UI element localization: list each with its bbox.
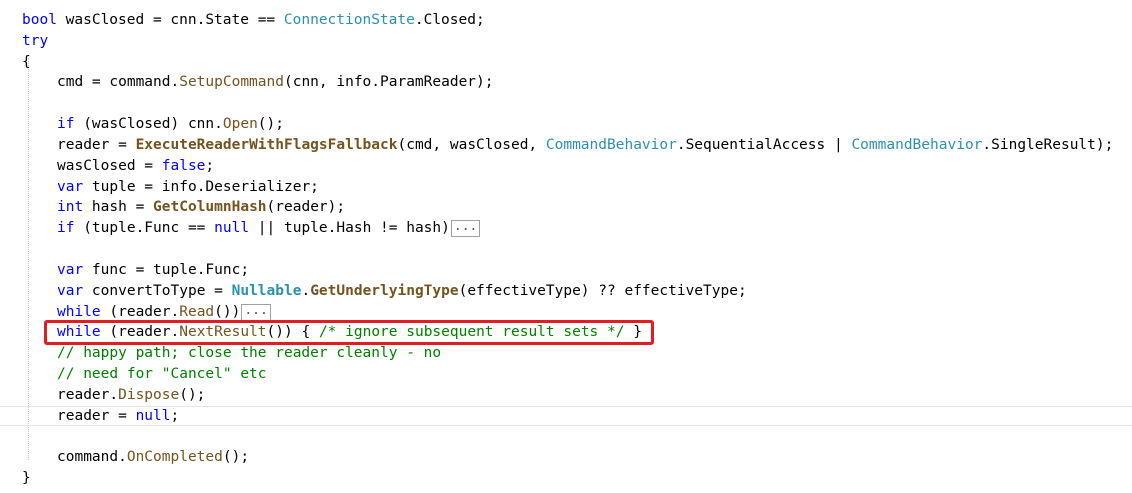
code-token: cmd = command. — [57, 74, 180, 90]
code-line: reader.Dispose(); — [57, 385, 205, 405]
code-line: if (tuple.Func == null || tuple.Hash != … — [57, 218, 481, 238]
code-token: (); — [222, 449, 250, 465]
code-token: ()) — [214, 304, 241, 320]
code-token: CommandBehavior — [545, 137, 677, 153]
code-line: // need for "Cancel" etc — [57, 366, 267, 382]
collapsed-code-button[interactable]: ... — [241, 303, 271, 321]
code-token: Read — [179, 304, 215, 320]
code-token: command. — [57, 449, 127, 465]
code-token: convertToType = — [83, 283, 232, 299]
code-token: || tuple.Hash != hash) — [249, 220, 450, 236]
code-token: null — [135, 408, 171, 424]
code-token: SetupCommand — [179, 74, 284, 90]
code-token: (cmd, wasClosed, — [397, 137, 546, 153]
code-token: var — [57, 262, 84, 278]
code-token: (cnn, info.ParamReader); — [283, 74, 494, 90]
code-line: if (wasClosed) cnn.Open(); — [57, 114, 284, 134]
code-token: (effectiveType) ?? effectiveType; — [458, 283, 747, 299]
code-line: while (reader.Read())... — [57, 302, 271, 322]
code-token: hash = — [83, 199, 154, 215]
code-token: OnCompleted — [126, 449, 223, 465]
code-token: reader = — [57, 408, 136, 424]
code-token: false — [161, 158, 206, 174]
code-token: Open — [222, 116, 258, 132]
code-token: while — [57, 304, 101, 320]
code-editor[interactable]: bool wasClosed = cnn.State == Connection… — [0, 0, 1132, 493]
code-token: (); — [257, 116, 284, 132]
code-token: ; — [170, 408, 180, 424]
code-token: var — [57, 179, 84, 195]
code-token: CommandBehavior — [851, 137, 983, 153]
code-line: var tuple = info.Deserializer; — [57, 177, 319, 197]
code-token: GetUnderlyingType — [310, 283, 459, 299]
code-token: bool — [22, 12, 57, 28]
code-token: (); — [179, 387, 206, 403]
code-token: .SingleResult); — [982, 137, 1114, 153]
code-token: func = tuple.Func; — [83, 262, 250, 278]
code-line: command.OnCompleted(); — [57, 447, 249, 467]
highlight-box — [44, 320, 654, 345]
code-token: (reader. — [100, 304, 180, 320]
code-token: null — [214, 220, 250, 236]
code-token: int — [57, 199, 84, 215]
code-token: if — [57, 220, 75, 236]
code-token: Dispose — [118, 387, 180, 403]
code-line: var func = tuple.Func; — [57, 260, 249, 280]
code-line: try — [22, 33, 49, 49]
code-token: ConnectionState — [283, 12, 415, 28]
code-token: Nullable — [231, 283, 302, 299]
code-token: wasClosed = cnn.State == — [56, 12, 284, 28]
code-token: (tuple.Func == — [74, 220, 215, 236]
code-token: (wasClosed) cnn. — [74, 116, 223, 132]
code-token: var — [57, 283, 84, 299]
code-line: wasClosed = false; — [57, 156, 214, 176]
code-token: ExecuteReaderWithFlagsFallback — [135, 137, 398, 153]
code-token: wasClosed = — [57, 158, 162, 174]
code-line: cmd = command.SetupCommand(cnn, info.Par… — [57, 72, 494, 92]
code-line: { — [22, 54, 31, 70]
code-token: .SequentialAccess | — [676, 137, 852, 153]
collapsed-code-button[interactable]: ... — [450, 219, 481, 237]
code-line: bool wasClosed = cnn.State == Connection… — [22, 10, 485, 30]
code-token: tuple = info.Deserializer; — [83, 179, 319, 195]
indent-guide — [28, 58, 29, 460]
code-token: reader = — [57, 137, 136, 153]
code-line: int hash = GetColumnHash(reader); — [57, 197, 345, 217]
code-line: reader = ExecuteReaderWithFlagsFallback(… — [57, 135, 1113, 155]
code-token: GetColumnHash — [153, 199, 267, 215]
code-token: (reader); — [266, 199, 346, 215]
code-line: reader = null; — [57, 406, 179, 426]
code-token: if — [57, 116, 75, 132]
code-token: .Closed; — [414, 12, 485, 28]
code-line: // happy path; close the reader cleanly … — [57, 345, 442, 361]
code-line: } — [22, 470, 31, 486]
code-token: . — [301, 283, 311, 299]
code-token: reader. — [57, 387, 119, 403]
code-line: var convertToType = Nullable.GetUnderlyi… — [57, 281, 747, 301]
code-token: ; — [205, 158, 215, 174]
